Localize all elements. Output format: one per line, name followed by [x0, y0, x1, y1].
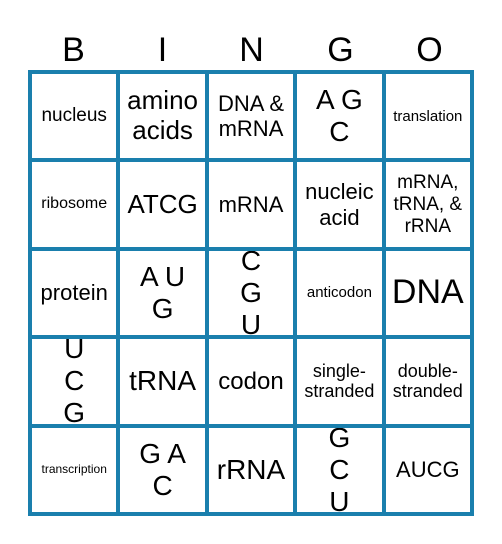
bingo-cell[interactable]: rRNA [208, 427, 294, 512]
cell-label: amino acids [127, 85, 198, 146]
cell-label: codon [218, 367, 284, 395]
bingo-cell[interactable]: DNA & mRNA [208, 74, 294, 159]
header-letter: I [157, 31, 168, 69]
bingo-grid: nucleus amino acids DNA & mRNA A G C transla… [28, 70, 474, 516]
cell-label: A G C [316, 84, 363, 148]
bingo-cell[interactable]: DNA [385, 250, 470, 336]
bingo-cell[interactable]: transcription [32, 427, 117, 512]
bingo-cell[interactable]: protein [32, 250, 117, 336]
cell-label: ATCG [127, 188, 198, 219]
bingo-cell[interactable]: AUCG [385, 427, 470, 512]
cell-label: tRNA [129, 365, 197, 397]
bingo-header: B I N G O [29, 30, 474, 70]
bingo-cell[interactable]: A G C [297, 74, 382, 159]
cell-label: C G U [240, 250, 262, 336]
cell-label: single-stranded [304, 360, 375, 402]
bingo-cell[interactable]: codon [208, 339, 294, 424]
cell-label: DNA [391, 273, 464, 312]
cell-label: nucleic acid [305, 179, 374, 230]
header-letter: G [327, 31, 354, 69]
cell-label: protein [40, 280, 108, 306]
cell-label: U C G [63, 339, 86, 424]
bingo-cell[interactable]: mRNA, tRNA, & rRNA [385, 162, 470, 247]
bingo-cell[interactable]: ATCG [120, 162, 205, 247]
bingo-cell[interactable]: U C G [32, 339, 117, 424]
bingo-cell[interactable]: tRNA [120, 339, 205, 424]
bingo-cell[interactable]: G C U [297, 427, 382, 512]
cell-label: ribosome [41, 195, 108, 213]
cell-label: double-stranded [392, 360, 463, 402]
cell-label: mRNA [218, 191, 284, 217]
header-letter: O [416, 31, 443, 69]
bingo-cell[interactable]: amino acids [120, 74, 205, 159]
cell-label: G A C [139, 437, 186, 501]
bingo-cell[interactable]: anticodon [297, 250, 382, 336]
bingo-cell[interactable]: nucleus [32, 74, 117, 159]
bingo-cell[interactable]: mRNA [208, 162, 294, 247]
cell-label: translation [393, 107, 463, 125]
cell-label: G C U [328, 427, 351, 512]
header-letter: B [62, 31, 85, 69]
cell-label: mRNA, tRNA, & rRNA [393, 171, 463, 237]
cell-label: DNA & mRNA [217, 90, 284, 142]
cell-label: AUCG [396, 457, 460, 483]
bingo-cell[interactable]: nucleic acid [297, 162, 382, 247]
bingo-cell[interactable]: C G U [208, 250, 294, 336]
bingo-cell[interactable]: G A C [120, 427, 205, 512]
bingo-cell[interactable]: A U G [120, 250, 205, 336]
cell-label: anticodon [306, 284, 372, 302]
bingo-cell[interactable]: double-stranded [385, 339, 470, 424]
bingo-cell[interactable]: translation [385, 74, 470, 159]
cell-label: rRNA [216, 453, 286, 485]
bingo-cell[interactable]: single-stranded [297, 339, 382, 424]
cell-label: A U G [140, 260, 186, 324]
cell-label: transcription [41, 461, 107, 476]
header-letter: N [239, 31, 264, 69]
bingo-cell[interactable]: ribosome [32, 162, 117, 247]
cell-label: nucleus [41, 105, 107, 127]
